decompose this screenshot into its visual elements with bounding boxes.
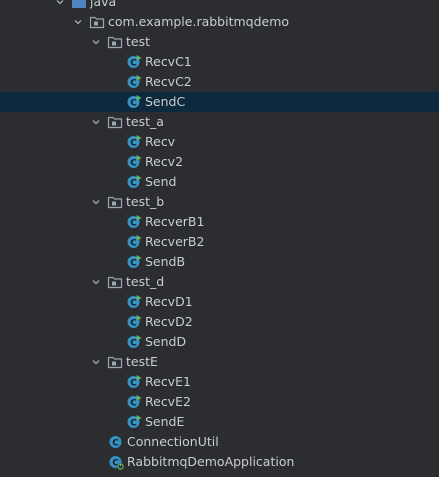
tree-item-label: RecverB1: [145, 214, 205, 229]
runnable-class-icon: C: [126, 314, 142, 330]
chevron-down-icon[interactable]: [90, 352, 102, 372]
svg-text:C: C: [130, 218, 137, 228]
chevron-down-icon[interactable]: [90, 112, 102, 132]
svg-text:C: C: [130, 98, 137, 108]
tree-file-row[interactable]: C SendC: [0, 92, 439, 112]
runnable-class-icon: C: [126, 214, 142, 230]
svg-text:C: C: [130, 398, 137, 408]
chevron-down-icon[interactable]: [90, 32, 102, 52]
package-icon: [107, 354, 123, 370]
tree-item-label: SendE: [145, 414, 185, 429]
tree-item-label: RecvC1: [145, 54, 192, 69]
runnable-class-icon: C: [126, 154, 142, 170]
runnable-class-icon: C: [126, 74, 142, 90]
tree-folder-row[interactable]: com.example.rabbitmqdemo: [0, 12, 439, 32]
tree-file-row[interactable]: C RecverB1: [0, 212, 439, 232]
chevron-down-icon[interactable]: [90, 272, 102, 292]
tree-file-row[interactable]: C RecverB2: [0, 232, 439, 252]
svg-text:C: C: [112, 438, 119, 448]
package-icon: [89, 14, 105, 30]
chevron-right-icon[interactable]: [54, 472, 66, 477]
tree-file-row[interactable]: C RecvE2: [0, 392, 439, 412]
tree-file-row[interactable]: C RecvC1: [0, 52, 439, 72]
project-tree[interactable]: java com.example.rabbitmqdemo test C RecvC1 C…: [0, 0, 439, 477]
tree-item-label: RecverB2: [145, 234, 205, 249]
tree-item-label: SendB: [145, 254, 186, 269]
chevron-down-icon[interactable]: [54, 0, 66, 12]
tree-file-row[interactable]: C ConnectionUtil: [0, 432, 439, 452]
runnable-class-icon: C: [126, 174, 142, 190]
tree-file-row[interactable]: C RabbitmqDemoApplication: [0, 452, 439, 472]
svg-text:C: C: [130, 58, 137, 68]
tree-item-label: java: [90, 0, 117, 9]
tree-item-label: RecvE1: [145, 374, 191, 389]
runnable-class-icon: C: [126, 254, 142, 270]
tree-file-row[interactable]: C RecvD1: [0, 292, 439, 312]
chevron-down-icon[interactable]: [72, 12, 84, 32]
tree-folder-row[interactable]: test: [0, 32, 439, 52]
spring-boot-class-icon: C: [108, 454, 124, 470]
tree-item-label: com.example.rabbitmqdemo: [108, 14, 290, 29]
package-icon: [107, 274, 123, 290]
tree-item-label: Recv: [145, 134, 176, 149]
svg-text:C: C: [130, 178, 137, 188]
runnable-class-icon: C: [126, 134, 142, 150]
tree-folder-row[interactable]: [0, 472, 439, 477]
tree-item-label: RabbitmqDemoApplication: [127, 454, 295, 469]
tree-item-label: RecvE2: [145, 394, 191, 409]
runnable-class-icon: C: [126, 414, 142, 430]
runnable-class-icon: C: [126, 94, 142, 110]
source-folder-icon: [71, 0, 87, 10]
tree-item-label: test_a: [126, 114, 164, 129]
tree-item-label: testE: [126, 354, 158, 369]
svg-text:C: C: [130, 258, 137, 268]
runnable-class-icon: C: [126, 374, 142, 390]
runnable-class-icon: C: [126, 294, 142, 310]
package-icon: [107, 194, 123, 210]
runnable-class-icon: C: [126, 234, 142, 250]
tree-file-row[interactable]: C SendD: [0, 332, 439, 352]
tree-file-row[interactable]: C SendE: [0, 412, 439, 432]
tree-item-label: test_b: [126, 194, 165, 209]
tree-item-label: Send: [145, 174, 177, 189]
tree-item-label: RecvC2: [145, 74, 192, 89]
chevron-down-icon[interactable]: [90, 192, 102, 212]
svg-text:C: C: [130, 138, 137, 148]
tree-item-label: RecvD1: [145, 294, 193, 309]
tree-file-row[interactable]: C RecvE1: [0, 372, 439, 392]
tree-file-row[interactable]: C SendB: [0, 252, 439, 272]
package-icon: [107, 114, 123, 130]
tree-item-label: SendD: [145, 334, 187, 349]
tree-file-row[interactable]: C RecvC2: [0, 72, 439, 92]
tree-folder-row[interactable]: java: [0, 0, 439, 12]
package-icon: [107, 34, 123, 50]
tree-file-row[interactable]: C RecvD2: [0, 312, 439, 332]
runnable-class-icon: C: [126, 334, 142, 350]
tree-item-label: test_d: [126, 274, 165, 289]
runnable-class-icon: C: [126, 54, 142, 70]
tree-item-label: Recv2: [145, 154, 184, 169]
svg-text:C: C: [130, 418, 137, 428]
runnable-class-icon: C: [126, 394, 142, 410]
tree-item-label: SendC: [145, 94, 186, 109]
svg-text:C: C: [130, 338, 137, 348]
svg-text:C: C: [130, 78, 137, 88]
svg-text:C: C: [130, 238, 137, 248]
svg-text:C: C: [130, 298, 137, 308]
tree-item-label: ConnectionUtil: [127, 434, 219, 449]
class-icon: C: [108, 434, 124, 450]
tree-file-row[interactable]: C Send: [0, 172, 439, 192]
tree-folder-row[interactable]: testE: [0, 352, 439, 372]
tree-item-label: RecvD2: [145, 314, 193, 329]
tree-folder-row[interactable]: test_b: [0, 192, 439, 212]
tree-folder-row[interactable]: test_a: [0, 112, 439, 132]
svg-text:C: C: [130, 318, 137, 328]
tree-file-row[interactable]: C Recv: [0, 132, 439, 152]
tree-item-label: test: [126, 34, 151, 49]
tree-file-row[interactable]: C Recv2: [0, 152, 439, 172]
tree-folder-row[interactable]: test_d: [0, 272, 439, 292]
svg-text:C: C: [130, 158, 137, 168]
svg-text:C: C: [130, 378, 137, 388]
